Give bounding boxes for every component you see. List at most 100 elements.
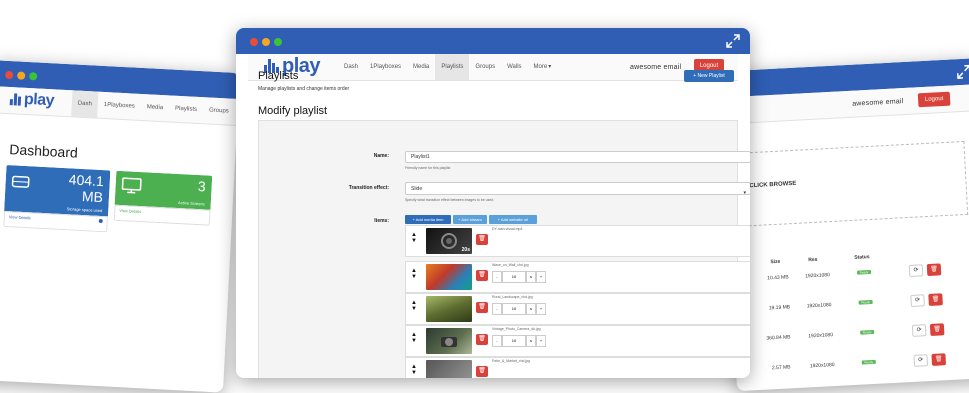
logo-text: play xyxy=(23,90,54,112)
nav-groups[interactable]: Groups xyxy=(202,97,235,125)
arrow-circle-icon xyxy=(99,219,103,223)
reorder-arrows-icon[interactable]: ▲▼ xyxy=(410,268,418,280)
nav-groups[interactable]: Groups xyxy=(469,54,501,80)
nav-more-label: More xyxy=(534,64,548,70)
duration-stepper[interactable]: - 10 s + xyxy=(492,335,546,347)
expand-icon[interactable] xyxy=(726,34,740,48)
col-status[interactable]: Status xyxy=(854,254,870,261)
reorder-arrows-icon[interactable]: ▲▼ xyxy=(410,364,418,376)
delete-button[interactable]: 🗑 xyxy=(928,293,943,306)
delete-button[interactable]: 🗑 xyxy=(931,353,946,366)
media-thumbnail xyxy=(426,360,472,378)
row-res: 1920x1080 xyxy=(808,332,833,339)
nav-media[interactable]: Media xyxy=(140,94,170,121)
nav-playboxes[interactable]: 1Playboxes xyxy=(97,92,141,120)
duration-input[interactable]: 10 xyxy=(502,335,526,347)
duration-input[interactable]: 10 xyxy=(502,271,526,283)
increment-button[interactable]: + xyxy=(536,335,546,347)
add-stream-button[interactable]: + Add stream xyxy=(453,215,487,224)
nav-playlists[interactable]: Playlists xyxy=(435,54,469,80)
expand-icon[interactable] xyxy=(956,65,969,80)
refresh-button[interactable]: ⟳ xyxy=(909,264,924,277)
row-size: 19.19 MB xyxy=(769,304,791,311)
nav-walls[interactable]: Walls xyxy=(501,54,527,80)
screens-label: Active Screens xyxy=(178,200,205,206)
minimize-dot-icon[interactable] xyxy=(17,71,25,79)
dropzone-text: CLICK BROWSE xyxy=(749,181,796,189)
reorder-arrows-icon[interactable]: ▲▼ xyxy=(410,232,418,244)
playlist-item[interactable]: ▲▼ 🗑 Palm_&_Market_chd.jpg xyxy=(405,357,750,378)
refresh-button[interactable]: ⟳ xyxy=(912,324,927,337)
page-title: Dashboard xyxy=(9,141,78,161)
playlist-item[interactable]: ▲▼ 🗑 Wave_on_Wall_chd.jpg - 10 s + xyxy=(405,261,750,293)
reorder-arrows-icon[interactable]: ▲▼ xyxy=(410,300,418,312)
logout-button[interactable]: Logout xyxy=(918,92,951,108)
refresh-button[interactable]: ⟳ xyxy=(913,354,928,367)
row-size: 360.84 MB xyxy=(766,334,790,341)
transition-select[interactable]: Slide▾ xyxy=(405,182,750,195)
delete-item-button[interactable]: 🗑 xyxy=(476,334,488,345)
navbar: play Dash 1Playboxes Media Playlists Gro… xyxy=(248,54,738,81)
delete-button[interactable]: 🗑 xyxy=(927,263,942,276)
name-field[interactable]: Playlist1 xyxy=(405,151,750,163)
upload-dropzone[interactable]: CLICK BROWSE xyxy=(735,141,969,227)
decrement-button[interactable]: - xyxy=(492,303,502,315)
nav-media[interactable]: Media xyxy=(407,54,435,80)
nav-dash[interactable]: Dash xyxy=(71,90,98,117)
duration-stepper[interactable]: - 10 s + xyxy=(492,303,546,315)
playlists-window: play Dash 1Playboxes Media Playlists Gro… xyxy=(236,28,750,378)
page-subtitle: Manage playlists and change items order xyxy=(258,86,349,92)
add-media-item-button[interactable]: + Add media item xyxy=(405,215,451,224)
zoom-dot-icon[interactable] xyxy=(274,38,282,46)
nav-playboxes[interactable]: 1Playboxes xyxy=(364,54,407,80)
minimize-dot-icon[interactable] xyxy=(262,38,270,46)
storage-value-unit: MB xyxy=(68,187,104,205)
user-email[interactable]: awesome email xyxy=(630,64,681,71)
name-label: Name: xyxy=(279,153,389,159)
new-playlist-button[interactable]: + New Playlist xyxy=(684,70,734,82)
row-res: 1920x1080 xyxy=(807,302,832,309)
storage-card-body: 404.1MB Storage space used xyxy=(4,165,110,216)
nav-dash[interactable]: Dash xyxy=(338,54,364,80)
nav-playlists[interactable]: Playlists xyxy=(168,95,203,123)
playlist-item[interactable]: ▲▼ 🗑 Vintage_Photo_Camera_dk.jpg - 10 s … xyxy=(405,325,750,357)
unit-label: s xyxy=(526,271,536,283)
playlist-item[interactable]: ▲▼ 20s 🗑 DY-man-visual.mp4 xyxy=(405,225,750,257)
add-website-url-button[interactable]: + Add website url xyxy=(489,215,537,224)
delete-item-button[interactable]: 🗑 xyxy=(476,234,488,245)
chevron-down-icon: ▾ xyxy=(547,64,551,70)
item-filename: Palm_&_Market_chd.jpg xyxy=(492,359,530,363)
media-thumbnail xyxy=(426,296,472,322)
increment-button[interactable]: + xyxy=(536,303,546,315)
camera-lens-icon xyxy=(440,232,458,250)
status-badge: Ready xyxy=(857,270,871,275)
logo[interactable]: play xyxy=(9,89,54,111)
item-filename: Vintage_Photo_Camera_dk.jpg xyxy=(492,327,541,331)
decrement-button[interactable]: - xyxy=(492,271,502,283)
reorder-arrows-icon[interactable]: ▲▼ xyxy=(410,332,418,344)
delete-item-button[interactable]: 🗑 xyxy=(476,302,488,313)
close-dot-icon[interactable] xyxy=(250,38,258,46)
hard-drive-icon xyxy=(11,175,30,188)
row-res: 1920x1080 xyxy=(810,362,835,369)
delete-item-button[interactable]: 🗑 xyxy=(476,366,488,377)
delete-button[interactable]: 🗑 xyxy=(930,323,945,336)
zoom-dot-icon[interactable] xyxy=(29,72,37,80)
duration-stepper[interactable]: - 10 s + xyxy=(492,271,546,283)
refresh-button[interactable]: ⟳ xyxy=(910,294,925,307)
increment-button[interactable]: + xyxy=(536,271,546,283)
duration-input[interactable]: 10 xyxy=(502,303,526,315)
screens-value: 3 xyxy=(197,178,206,194)
vintage-camera-icon xyxy=(440,333,458,349)
media-thumbnail xyxy=(426,264,472,290)
col-size[interactable]: Size xyxy=(770,259,780,266)
decrement-button[interactable]: - xyxy=(492,335,502,347)
user-email[interactable]: awesome email xyxy=(852,98,904,108)
close-dot-icon[interactable] xyxy=(5,71,13,79)
playlist-item[interactable]: ▲▼ 🗑 Rural_Landscape_chd.jpg - 10 s + xyxy=(405,293,750,325)
nav-more[interactable]: More▾ xyxy=(528,54,558,80)
monitor-icon xyxy=(121,177,142,194)
media-thumbnail xyxy=(426,328,472,354)
col-res[interactable]: Res xyxy=(808,257,817,263)
delete-item-button[interactable]: 🗑 xyxy=(476,270,488,281)
